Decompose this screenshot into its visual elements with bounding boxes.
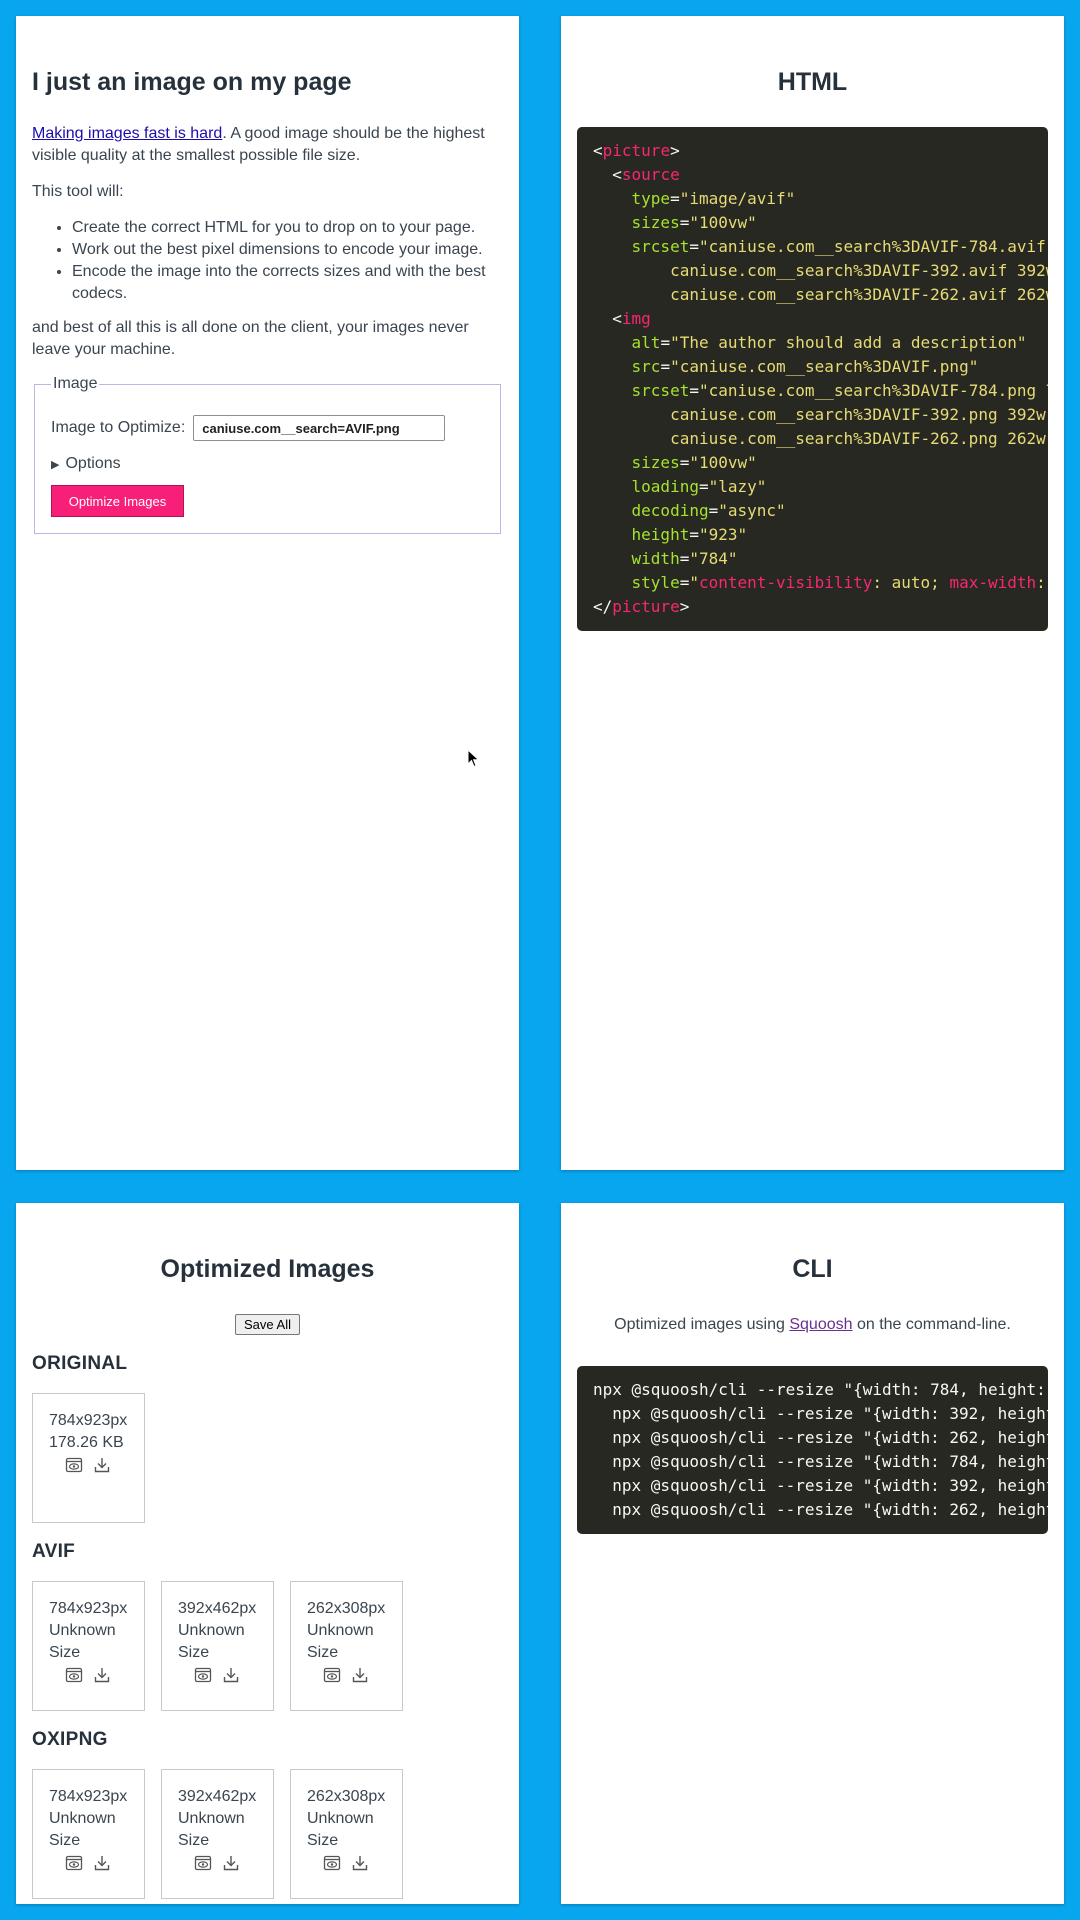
cli-desc-text-end: on the command-line. (852, 1316, 1011, 1333)
image-card: 392x462px Unknown Size (161, 1581, 274, 1711)
group-heading-oxipng: OXIPNG (32, 1729, 108, 1750)
html-code-block: <picture> <source type="image/avif" size… (577, 127, 1048, 631)
intro-paragraph: Making images fast is hard. A good image… (32, 123, 503, 167)
image-card: 784x923px Unknown Size (32, 1769, 145, 1899)
making-images-fast-link[interactable]: Making images fast is hard (32, 125, 222, 142)
card-size: Unknown Size (49, 1810, 116, 1849)
card-dimensions: 392x462px (178, 1600, 257, 1617)
download-icon[interactable] (351, 1666, 369, 1684)
card-dimensions: 262x308px (307, 1788, 386, 1805)
download-icon[interactable] (93, 1666, 111, 1684)
squoosh-link[interactable]: Squoosh (789, 1316, 852, 1333)
save-all-button[interactable]: Save All (235, 1314, 300, 1335)
card-dimensions: 784x923px (49, 1600, 128, 1617)
preview-icon[interactable] (65, 1854, 83, 1872)
card-actions (307, 1854, 386, 1872)
download-icon[interactable] (222, 1666, 240, 1684)
card-dimensions: 784x923px (49, 1788, 128, 1805)
oxipng-cards: 784x923px Unknown Size 392x462px Unknown… (32, 1769, 503, 1899)
cli-title: CLI (792, 1255, 833, 1283)
file-row: Image to Optimize: caniuse.com__search=A… (51, 415, 484, 441)
image-card: 784x923px Unknown Size (32, 1581, 145, 1711)
page-title: I just an image on my page (32, 68, 352, 96)
image-card: 784x923px 178.26 KB (32, 1393, 145, 1523)
original-cards: 784x923px 178.26 KB (32, 1393, 503, 1523)
html-title: HTML (777, 68, 848, 96)
optimize-images-button[interactable]: Optimize Images (51, 485, 184, 517)
file-label: Image to Optimize: (51, 419, 186, 436)
cli-panel: CLI Optimized images using Squoosh on th… (561, 1203, 1064, 1904)
card-actions (49, 1456, 128, 1474)
mouse-cursor-icon (467, 749, 480, 768)
card-actions (178, 1666, 257, 1684)
cli-line: npx @squoosh/cli --resize "{width: 392, … (612, 1404, 1048, 1423)
preview-icon[interactable] (323, 1854, 341, 1872)
card-dimensions: 784x923px (49, 1412, 128, 1429)
intro-panel: I just an image on my page Making images… (16, 16, 519, 1170)
client-side-text: and best of all this is all done on the … (32, 319, 469, 358)
download-icon[interactable] (222, 1854, 240, 1872)
card-actions (307, 1666, 386, 1684)
preview-icon[interactable] (323, 1666, 341, 1684)
download-icon[interactable] (93, 1456, 111, 1474)
card-size: Unknown Size (178, 1622, 245, 1661)
card-dimensions: 392x462px (178, 1788, 257, 1805)
download-icon[interactable] (93, 1854, 111, 1872)
group-heading-original: ORIGINAL (32, 1353, 128, 1374)
cli-line: npx @squoosh/cli --resize "{width: 784, … (612, 1452, 1048, 1471)
cli-code-block: npx @squoosh/cli --resize "{width: 784, … (577, 1366, 1048, 1534)
tool-will-text: This tool will: (32, 183, 124, 200)
cli-desc-text: Optimized images using (614, 1316, 790, 1333)
card-size: Unknown Size (307, 1810, 374, 1849)
image-card: 392x462px Unknown Size (161, 1769, 274, 1899)
card-actions (49, 1666, 128, 1684)
fieldset-legend: Image (53, 375, 98, 392)
feature-list: Create the correct HTML for you to drop … (32, 217, 503, 305)
cli-line: npx @squoosh/cli --resize "{width: 262, … (612, 1500, 1048, 1519)
card-actions (49, 1854, 128, 1872)
avif-cards: 784x923px Unknown Size 392x462px Unknown… (32, 1581, 503, 1711)
group-heading-avif: AVIF (32, 1541, 76, 1562)
card-size: Unknown Size (307, 1622, 374, 1661)
options-toggle[interactable]: ▶ Options (51, 455, 484, 473)
file-input[interactable]: caniuse.com__search=AVIF.png (193, 415, 446, 441)
optimized-images-panel: Optimized Images Save All ORIGINAL 784x9… (16, 1203, 519, 1904)
cli-line: npx @squoosh/cli --resize "{width: 392, … (612, 1476, 1048, 1495)
card-size: Unknown Size (49, 1622, 116, 1661)
triangle-right-icon: ▶ (51, 459, 60, 471)
preview-icon[interactable] (65, 1666, 83, 1684)
preview-icon[interactable] (194, 1854, 212, 1872)
card-dimensions: 262x308px (307, 1600, 386, 1617)
optimized-images-title: Optimized Images (160, 1255, 375, 1283)
cli-line: npx @squoosh/cli --resize "{width: 262, … (612, 1428, 1048, 1447)
image-card: 262x308px Unknown Size (290, 1769, 403, 1899)
list-item: Create the correct HTML for you to drop … (72, 217, 503, 239)
image-fieldset: Image Image to Optimize: caniuse.com__se… (34, 375, 501, 534)
cli-description: Optimized images using Squoosh on the co… (577, 1314, 1048, 1336)
card-actions (178, 1854, 257, 1872)
list-item: Work out the best pixel dimensions to en… (72, 239, 503, 261)
card-size: Unknown Size (178, 1810, 245, 1849)
list-item: Encode the image into the corrects sizes… (72, 261, 503, 305)
options-label: Options (65, 455, 121, 472)
card-size: 178.26 KB (49, 1434, 124, 1451)
preview-icon[interactable] (194, 1666, 212, 1684)
image-card: 262x308px Unknown Size (290, 1581, 403, 1711)
html-panel: HTML <picture> <source type="image/avif"… (561, 16, 1064, 1170)
preview-icon[interactable] (65, 1456, 83, 1474)
download-icon[interactable] (351, 1854, 369, 1872)
cli-line: npx @squoosh/cli --resize "{width: 784, … (593, 1380, 1046, 1399)
